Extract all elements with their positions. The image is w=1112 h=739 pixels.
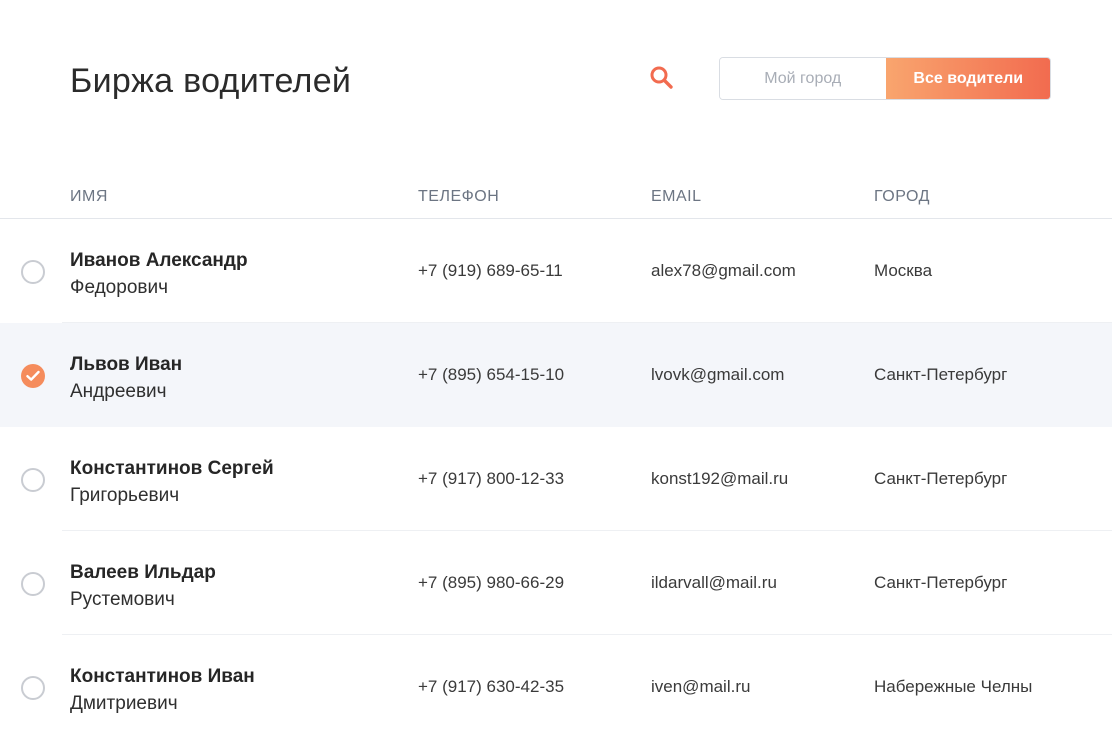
driver-name-first: Григорьевич <box>70 485 180 506</box>
column-header-name[interactable]: ИМЯ <box>70 188 108 206</box>
drivers-table-body: Иванов Александр Федорович +7 (919) 689-… <box>0 219 1112 739</box>
column-header-city[interactable]: ГОРОД <box>874 188 930 206</box>
table-row[interactable]: Константинов Сергей Григорьевич +7 (917)… <box>0 427 1112 531</box>
row-radio[interactable] <box>21 468 45 492</box>
driver-name-first: Рустемович <box>70 589 175 610</box>
driver-email: konst192@mail.ru <box>651 469 789 488</box>
table-row[interactable]: Иванов Александр Федорович +7 (919) 689-… <box>0 219 1112 323</box>
column-header-phone[interactable]: ТЕЛЕФОН <box>418 188 499 206</box>
driver-name: Валеев Ильдар Рустемович <box>70 559 216 613</box>
driver-name-first: Дмитриевич <box>70 693 178 714</box>
row-radio[interactable] <box>21 260 45 284</box>
driver-name-first: Андреевич <box>70 381 167 402</box>
driver-name-last: Константинов Сергей <box>70 458 274 479</box>
driver-city: Санкт-Петербург <box>874 365 1008 384</box>
driver-name-last: Иванов Александр <box>70 250 248 271</box>
driver-name-last: Валеев Ильдар <box>70 562 216 583</box>
driver-phone: +7 (917) 630-42-35 <box>418 677 565 696</box>
driver-city: Набережные Челны <box>874 677 1033 696</box>
driver-phone: +7 (895) 980-66-29 <box>418 573 565 592</box>
driver-name-first: Федорович <box>70 277 168 298</box>
table-row[interactable]: Константинов Иван Дмитриевич +7 (917) 63… <box>0 635 1112 739</box>
driver-name: Иванов Александр Федорович <box>70 247 248 301</box>
table-header: ИМЯ ТЕЛЕФОН EMAIL ГОРОД <box>0 172 1112 219</box>
driver-phone: +7 (917) 800-12-33 <box>418 469 565 488</box>
my-city-button[interactable]: Мой город <box>720 58 886 99</box>
row-radio[interactable] <box>21 676 45 700</box>
driver-email: lvovk@gmail.com <box>651 365 785 384</box>
driver-name: Константинов Сергей Григорьевич <box>70 455 274 509</box>
row-radio[interactable] <box>21 572 45 596</box>
search-button[interactable] <box>646 62 678 94</box>
all-drivers-button[interactable]: Все водители <box>885 58 1050 99</box>
table-row[interactable]: Валеев Ильдар Рустемович +7 (895) 980-66… <box>0 531 1112 635</box>
check-icon <box>26 370 40 381</box>
column-header-email[interactable]: EMAIL <box>651 188 702 206</box>
driver-city: Москва <box>874 261 933 280</box>
page-title: Биржа водителей <box>70 62 352 100</box>
driver-phone: +7 (895) 654-15-10 <box>418 365 565 384</box>
driver-filter-toggle: Мой город Все водители <box>719 57 1051 100</box>
driver-email: iven@mail.ru <box>651 677 751 696</box>
search-icon <box>650 66 673 89</box>
row-radio-checked[interactable] <box>21 364 45 388</box>
driver-email: ildarvall@mail.ru <box>651 573 777 592</box>
driver-email: alex78@gmail.com <box>651 261 796 280</box>
driver-name: Львов Иван Андреевич <box>70 351 182 405</box>
driver-name-last: Львов Иван <box>70 354 183 375</box>
driver-phone: +7 (919) 689-65-11 <box>418 261 563 280</box>
table-row-selected[interactable]: Львов Иван Андреевич +7 (895) 654-15-10 … <box>0 323 1112 427</box>
driver-name-last: Константинов Иван <box>70 666 255 687</box>
driver-city: Санкт-Петербург <box>874 469 1008 488</box>
driver-city: Санкт-Петербург <box>874 573 1008 592</box>
driver-name: Константинов Иван Дмитриевич <box>70 663 255 717</box>
